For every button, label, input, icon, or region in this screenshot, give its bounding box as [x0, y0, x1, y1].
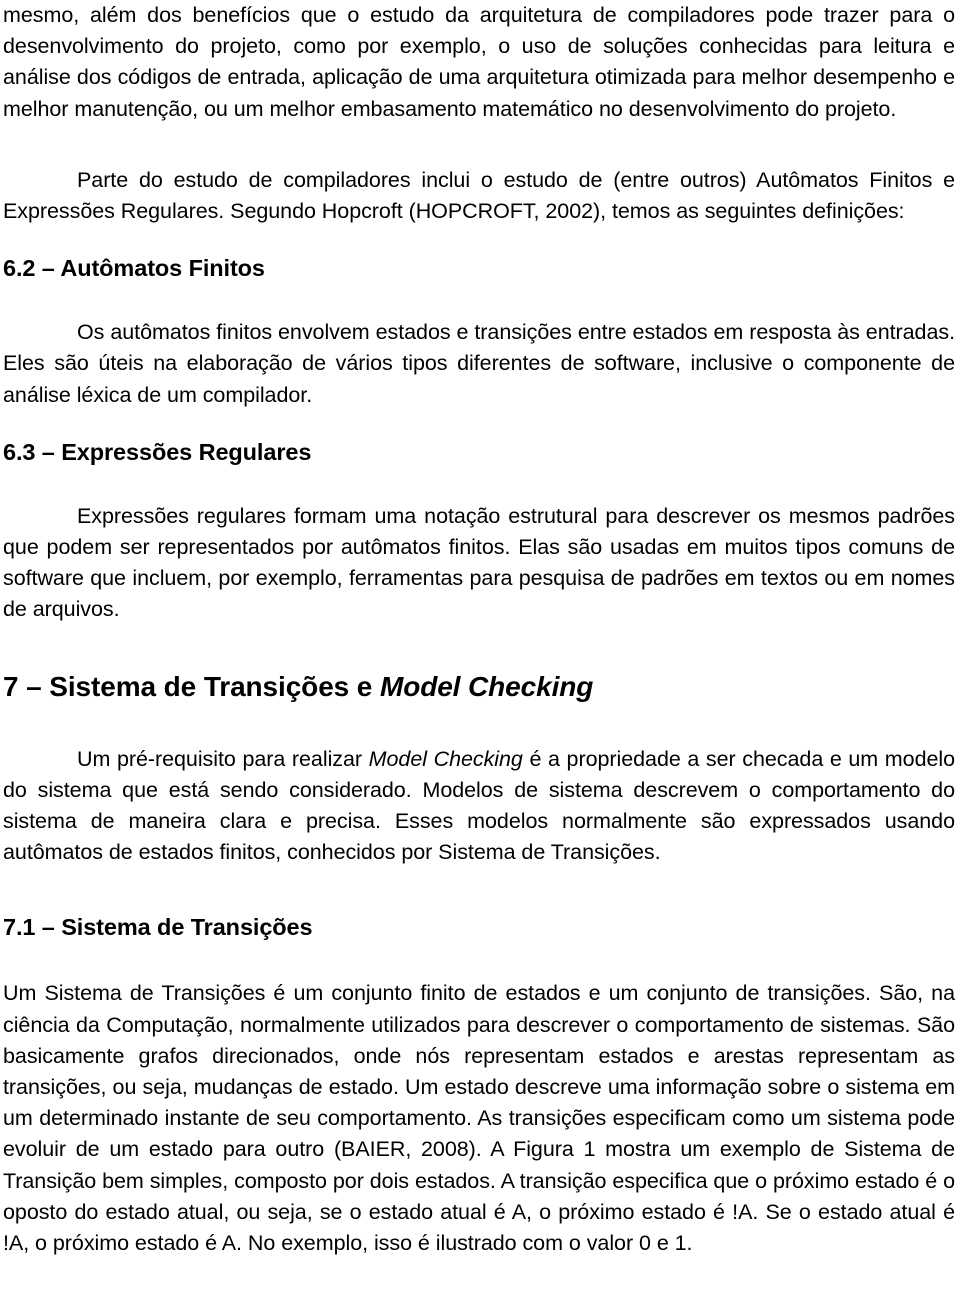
paragraph-parte-do-estudo: Parte do estudo de compiladores inclui o…	[3, 167, 955, 224]
heading-6-2-automatos-finitos: 6.2 – Autômatos Finitos	[3, 255, 265, 282]
heading-6-3-expressoes-regulares: 6.3 – Expressões Regulares	[3, 438, 312, 465]
paragraph-um-pre-requisito: Um pré-requisito para realizar Model Che…	[3, 744, 955, 869]
paragraph-pre-requisito-italic-model-checking: Model Checking	[368, 746, 523, 771]
paragraph-os-automatos-finitos: Os autômatos finitos envolvem estados e …	[3, 320, 955, 407]
heading-7-sistema-de-transicoes-e-model-checking: 7 – Sistema de Transições e Model Checki…	[3, 670, 955, 704]
heading-7-text-italic: Model Checking	[379, 670, 594, 702]
document-page: mesmo, além dos benefícios que o estudo …	[0, 0, 960, 1310]
paragraph-continuation-compiladores: mesmo, além dos benefícios que o estudo …	[3, 3, 955, 121]
heading-7-1-sistema-de-transicoes: 7.1 – Sistema de Transições	[3, 914, 313, 941]
heading-7-text-plain: 7 – Sistema de Transições e	[3, 670, 380, 702]
paragraph-um-sistema-de-transicoes: Um Sistema de Transições é um conjunto f…	[3, 981, 955, 1256]
paragraph-pre-requisito-part1: Um pré-requisito para realizar	[77, 746, 369, 771]
paragraph-expressoes-regulares: Expressões regulares formam uma notação …	[3, 503, 955, 622]
